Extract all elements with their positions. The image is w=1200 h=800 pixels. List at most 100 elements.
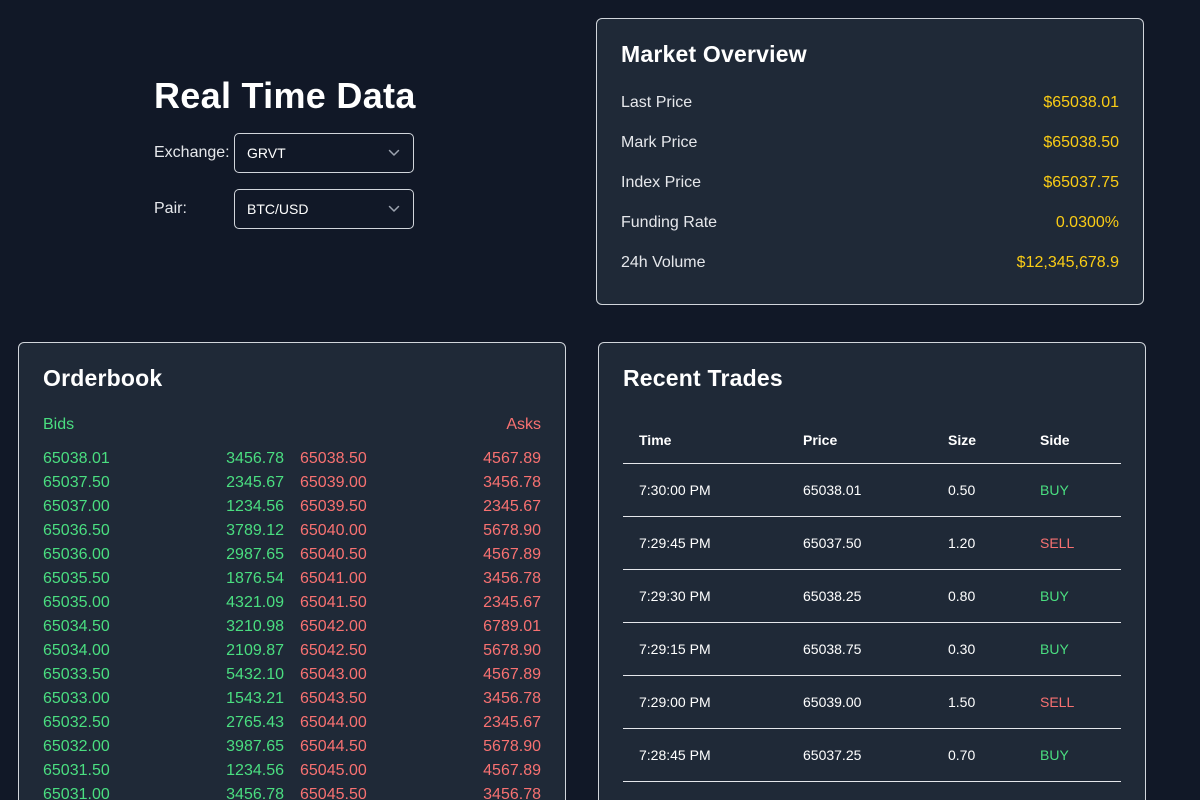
ask-price: 65042.50 [300, 642, 367, 659]
trade-size: 0.30 [948, 641, 976, 657]
ask-price: 65044.00 [300, 714, 367, 731]
trade-price: 65039.00 [803, 694, 862, 710]
bid-size: 3456.78 [226, 450, 284, 467]
trade-time: 7:28:45 PM [639, 747, 711, 763]
table-row: 7:29:00 PM 65039.00 1.50 SELL [623, 676, 1121, 729]
bid-price: 65031.50 [43, 762, 110, 779]
bid-size: 1234.56 [226, 498, 284, 515]
bid-size: 4321.09 [226, 594, 284, 611]
trade-size: 1.50 [948, 694, 976, 710]
orderbook-header: Bids Asks [43, 416, 541, 434]
market-overview-row: Funding Rate 0.0300% [621, 211, 1119, 235]
recent-trades-card: Recent Trades Time Price Size Side 7:30:… [598, 342, 1146, 800]
bid-size: 1876.54 [226, 570, 284, 587]
pair-control: Pair: BTC/USD [154, 189, 414, 229]
column-header-size: Size [948, 432, 977, 448]
bid-size: 5432.10 [226, 666, 284, 683]
trade-price: 65038.01 [803, 482, 862, 498]
orderbook-row: 65036.00 2987.65 65040.50 4567.89 [43, 543, 541, 567]
market-overview-row: 24h Volume $12,345,678.9 [621, 251, 1119, 275]
orderbook-row: 65038.01 3456.78 65038.50 4567.89 [43, 447, 541, 471]
exchange-label: Exchange: [154, 144, 230, 161]
ask-size: 2345.67 [483, 714, 541, 731]
pair-select-value: BTC/USD [247, 201, 309, 217]
ask-size: 2345.67 [483, 498, 541, 515]
ask-price: 65042.00 [300, 618, 367, 635]
trades-table-header: Time Price Size Side [623, 417, 1121, 464]
orderbook-rows: 65038.01 3456.78 65038.50 4567.89 65037.50 23… [43, 447, 541, 800]
ask-price: 65039.00 [300, 474, 367, 491]
bid-price: 65036.00 [43, 546, 110, 563]
market-overview-title: Market Overview [621, 41, 807, 67]
market-overview-label: Funding Rate [621, 214, 718, 231]
market-overview-card: Market Overview Last Price $65038.01 Mar… [596, 18, 1144, 305]
bid-price: 65037.00 [43, 498, 110, 515]
bid-price: 65038.01 [43, 450, 110, 467]
pair-select[interactable]: BTC/USD [234, 189, 414, 229]
orderbook-row: 65036.50 3789.12 65040.00 5678.90 [43, 519, 541, 543]
ask-size: 3456.78 [483, 786, 541, 800]
exchange-select[interactable]: GRVT [234, 133, 414, 173]
orderbook-row: 65034.50 3210.98 65042.00 6789.01 [43, 615, 541, 639]
ask-size: 5678.90 [483, 522, 541, 539]
market-overview-label: Last Price [621, 94, 693, 111]
orderbook-title: Orderbook [43, 365, 163, 391]
market-overview-value: $65037.75 [1043, 174, 1119, 191]
trade-side: BUY [1040, 588, 1069, 604]
trade-size: 1.20 [948, 535, 976, 551]
ask-price: 65038.50 [300, 450, 367, 467]
ask-price: 65040.00 [300, 522, 367, 539]
orderbook-row: 65033.00 1543.21 65043.50 3456.78 [43, 687, 541, 711]
ask-size: 4567.89 [483, 546, 541, 563]
market-overview-value: $65038.50 [1043, 134, 1119, 151]
recent-trades-title: Recent Trades [623, 365, 783, 391]
trade-side: SELL [1040, 535, 1075, 551]
ask-price: 65039.50 [300, 498, 367, 515]
market-overview-row: Last Price $65038.01 [621, 91, 1119, 115]
chevron-down-icon [387, 202, 401, 216]
bid-size: 2345.67 [226, 474, 284, 491]
bid-price: 65031.00 [43, 786, 110, 800]
trade-size: 0.70 [948, 747, 976, 763]
ask-size: 5678.90 [483, 738, 541, 755]
column-header-price: Price [803, 432, 838, 448]
bid-size: 1234.56 [226, 762, 284, 779]
bid-size: 3987.65 [226, 738, 284, 755]
ask-price: 65043.00 [300, 666, 367, 683]
bid-size: 2987.65 [226, 546, 284, 563]
orderbook-row: 65032.50 2765.43 65044.00 2345.67 [43, 711, 541, 735]
bid-size: 2109.87 [226, 642, 284, 659]
bid-size: 3456.78 [226, 786, 284, 800]
trade-side: SELL [1040, 694, 1075, 710]
table-row: 7:28:45 PM 65037.25 0.70 BUY [623, 729, 1121, 782]
chevron-down-icon [387, 146, 401, 160]
market-overview-value: $12,345,678.9 [1016, 254, 1119, 271]
market-overview-row: Index Price $65037.75 [621, 171, 1119, 195]
bid-price: 65037.50 [43, 474, 110, 491]
ask-price: 65041.00 [300, 570, 367, 587]
table-row: 7:29:15 PM 65038.75 0.30 BUY [623, 623, 1121, 676]
market-overview-label: Index Price [621, 174, 702, 191]
orderbook-row: 65034.00 2109.87 65042.50 5678.90 [43, 639, 541, 663]
orderbook-row: 65035.00 4321.09 65041.50 2345.67 [43, 591, 541, 615]
asks-label: Asks [506, 416, 541, 433]
ask-price: 65045.50 [300, 786, 367, 800]
orderbook-row: 65035.50 1876.54 65041.00 3456.78 [43, 567, 541, 591]
orderbook-row: 65037.50 2345.67 65039.00 3456.78 [43, 471, 541, 495]
trade-price: 65038.25 [803, 588, 862, 604]
trade-price: 65037.50 [803, 535, 862, 551]
bid-price: 65032.00 [43, 738, 110, 755]
ask-price: 65045.00 [300, 762, 367, 779]
exchange-select-value: GRVT [247, 145, 286, 161]
orderbook-row: 65033.50 5432.10 65043.00 4567.89 [43, 663, 541, 687]
table-row: 7:29:30 PM 65038.25 0.80 BUY [623, 570, 1121, 623]
orderbook-row: 65031.50 1234.56 65045.00 4567.89 [43, 759, 541, 783]
trade-size: 0.80 [948, 588, 976, 604]
market-overview-label: 24h Volume [621, 254, 706, 271]
trade-time: 7:29:15 PM [639, 641, 711, 657]
orderbook-row: 65031.00 3456.78 65045.50 3456.78 [43, 783, 541, 800]
trades-table-body: 7:30:00 PM 65038.01 0.50 BUY 7:29:45 PM 65037… [623, 464, 1121, 782]
bid-price: 65035.50 [43, 570, 110, 587]
market-overview-value: $65038.01 [1043, 94, 1119, 111]
trade-price: 65038.75 [803, 641, 862, 657]
